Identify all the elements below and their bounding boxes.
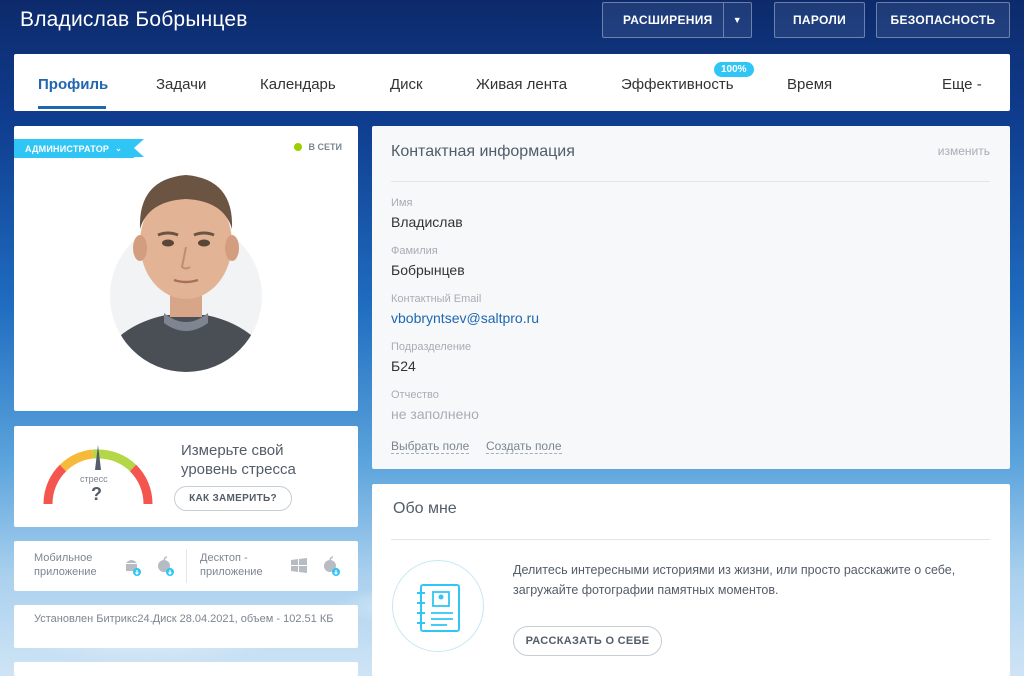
windows-icon[interactable] <box>289 556 309 576</box>
desktop-app-label: Десктоп - приложение <box>200 552 263 578</box>
tab-calendar[interactable]: Календарь <box>260 76 336 93</box>
top-bar: Владислав Бобрынцев РАСШИРЕНИЯ ▼ ПАРОЛИ … <box>0 0 1024 44</box>
field-label-last-name: Фамилия <box>391 245 438 257</box>
stress-prompt: Измерьте свой уровень стресса <box>181 442 296 478</box>
tab-tasks[interactable]: Задачи <box>156 76 206 93</box>
about-me-prompt: Делитесь интересными историями из жизни,… <box>513 563 956 597</box>
about-me-card: Обо мне Делитесь интересными историями и… <box>372 484 1010 676</box>
apps-divider <box>186 549 187 583</box>
mobile-app-label: Мобильное приложение <box>34 552 97 578</box>
tab-more[interactable]: Еще - <box>942 76 982 93</box>
tab-profile[interactable]: Профиль <box>38 76 108 93</box>
passwords-button[interactable]: ПАРОЛИ <box>774 2 865 38</box>
field-value-department: Б24 <box>391 358 416 374</box>
stress-card: стресс ? Измерьте свой уровень стресса К… <box>14 426 358 527</box>
notebook-icon <box>417 584 460 632</box>
chevron-down-icon: ⌄ <box>115 144 122 153</box>
edit-contact-link[interactable]: изменить <box>938 144 990 158</box>
role-tag[interactable]: АДМИНИСТРАТОР ⌄ <box>14 139 144 158</box>
install-info-card: Установлен Битрикс24.Диск 28.04.2021, об… <box>14 605 358 648</box>
extensions-button[interactable]: РАСШИРЕНИЯ ▼ <box>602 2 752 38</box>
install-info-text: Установлен Битрикс24.Диск 28.04.2021, об… <box>34 613 334 625</box>
contact-info-title: Контактная информация <box>391 143 575 160</box>
field-value-email[interactable]: vbobryntsev@saltpro.ru <box>391 310 539 326</box>
tab-disk[interactable]: Диск <box>390 76 423 93</box>
about-me-title: Обо мне <box>393 500 457 517</box>
role-tag-label: АДМИНИСТРАТОР <box>25 143 110 154</box>
divider <box>391 181 990 182</box>
field-label-first-name: Имя <box>391 197 413 209</box>
profile-card: АДМИНИСТРАТОР ⌄ В СЕТИ <box>14 126 358 411</box>
avatar[interactable] <box>108 163 264 372</box>
field-label-department: Подразделение <box>391 341 472 353</box>
apps-card: Мобильное приложение Десктоп - приложени… <box>14 541 358 591</box>
measure-stress-button[interactable]: КАК ЗАМЕРИТЬ? <box>174 486 292 511</box>
apple-icon[interactable] <box>321 556 341 576</box>
field-label-email: Контактный Email <box>391 293 482 305</box>
profile-nav-tabs: Профиль Задачи Календарь Диск Живая лент… <box>14 54 1010 111</box>
field-value-last-name: Бобрынцев <box>391 262 465 278</box>
tab-time[interactable]: Время <box>787 76 832 93</box>
contact-info-card: Контактная информация изменить Имя Влади… <box>372 126 1010 469</box>
user-name-title: Владислав Бобрынцев <box>20 8 248 31</box>
divider <box>391 539 990 540</box>
create-field-link[interactable]: Создать поле <box>486 439 562 454</box>
online-status-label: В СЕТИ <box>308 142 342 152</box>
choose-field-link[interactable]: Выбрать поле <box>391 439 470 454</box>
gauge-value: ? <box>91 484 102 504</box>
efficiency-badge: 100% <box>714 62 754 77</box>
next-card-edge <box>14 662 358 676</box>
field-value-first-name: Владислав <box>391 214 463 230</box>
about-me-illustration <box>392 560 484 652</box>
tab-efficiency[interactable]: Эффективность <box>621 76 734 93</box>
security-button[interactable]: БЕЗОПАСНОСТЬ <box>876 2 1010 38</box>
apple-icon[interactable] <box>155 556 175 576</box>
online-status: В СЕТИ <box>293 142 342 152</box>
tab-live-feed[interactable]: Живая лента <box>476 76 567 93</box>
button-separator <box>723 3 724 37</box>
gauge-label: стресс <box>80 474 108 484</box>
android-icon[interactable] <box>122 556 142 576</box>
active-tab-indicator <box>38 106 106 109</box>
field-label-patronymic: Отчество <box>391 389 439 401</box>
online-dot-icon <box>293 143 302 151</box>
chevron-down-icon[interactable]: ▼ <box>733 15 742 25</box>
field-value-patronymic: не заполнено <box>391 406 479 422</box>
tell-about-yourself-button[interactable]: РАССКАЗАТЬ О СЕБЕ <box>513 626 662 656</box>
extensions-button-label: РАСШИРЕНИЯ <box>623 13 713 27</box>
